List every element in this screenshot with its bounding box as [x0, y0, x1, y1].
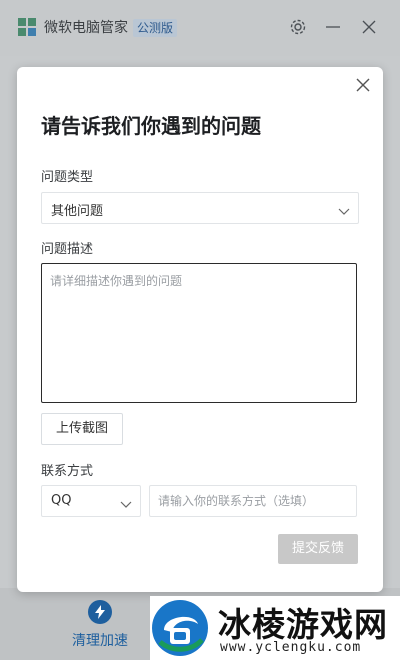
app-title: 微软电脑管家	[44, 20, 128, 36]
watermark-logo-icon	[150, 598, 210, 658]
title-bar: 微软电脑管家 公测版	[0, 0, 400, 56]
edition-badge: 公测版	[133, 19, 178, 37]
feedback-dialog: 请告诉我们你遇到的问题 问题类型 其他问题 问题描述 上传截图 联系方式 QQ …	[17, 67, 383, 592]
issue-type-value: 其他问题	[51, 204, 104, 219]
chevron-down-icon	[120, 495, 132, 508]
watermark: 冰棱游戏网 www.yclengku.com	[150, 596, 400, 660]
issue-type-label: 问题类型	[41, 170, 94, 185]
watermark-main-text: 冰棱游戏网	[218, 605, 388, 644]
upload-screenshot-button[interactable]: 上传截图	[41, 413, 123, 445]
lightning-icon[interactable]	[88, 600, 112, 624]
description-label: 问题描述	[41, 242, 94, 257]
issue-type-select[interactable]: 其他问题	[41, 192, 359, 224]
dialog-close-icon[interactable]	[355, 77, 371, 93]
chevron-down-icon	[338, 202, 350, 215]
window-close-icon[interactable]	[359, 17, 379, 37]
settings-gear-icon[interactable]	[288, 17, 308, 37]
dialog-title: 请告诉我们你遇到的问题	[41, 114, 261, 138]
minimize-icon[interactable]	[323, 17, 343, 37]
submit-feedback-button[interactable]: 提交反馈	[278, 534, 358, 564]
nav-item-clean-boost[interactable]: 清理加速	[72, 630, 128, 650]
description-textarea[interactable]	[41, 263, 357, 403]
watermark-sub-text: www.yclengku.com	[220, 640, 362, 655]
app-logo-icon	[18, 18, 36, 36]
contact-input[interactable]	[149, 485, 357, 517]
contact-method-select[interactable]: QQ	[41, 485, 141, 517]
contact-label: 联系方式	[41, 464, 94, 479]
contact-method-value: QQ	[51, 493, 72, 508]
